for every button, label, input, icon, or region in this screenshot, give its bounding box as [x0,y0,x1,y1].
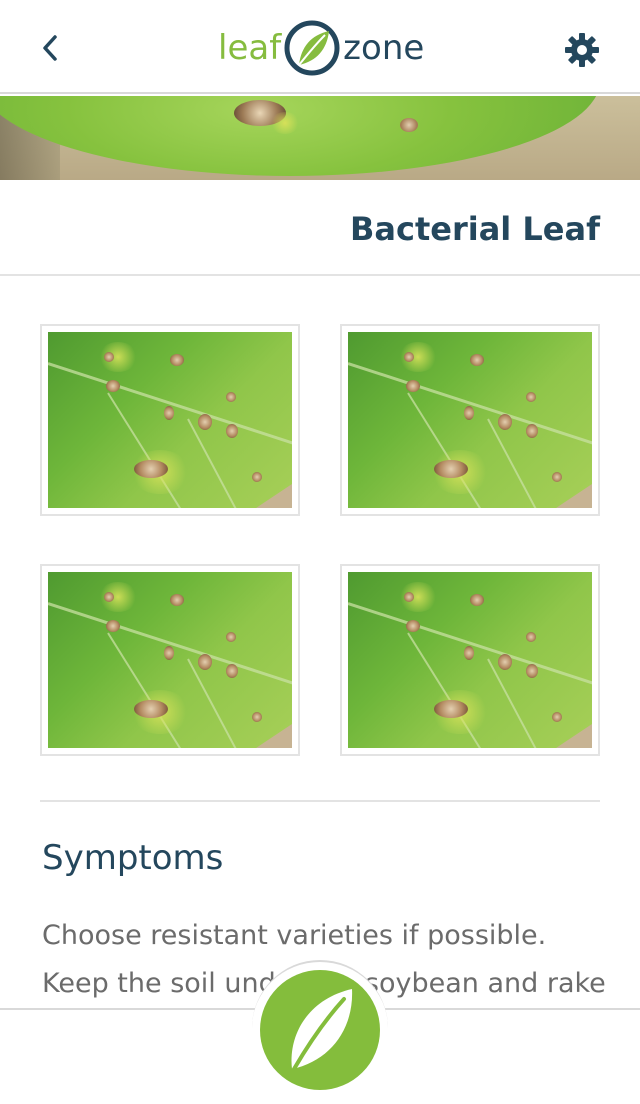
leaf-photo [348,332,592,508]
gallery-image-2[interactable] [340,324,600,516]
back-button[interactable] [30,28,70,68]
leaf-fab-button[interactable] [260,970,380,1090]
logo-zone-text: zone [343,28,425,68]
logo-leaf-text: leaf [218,28,282,68]
settings-button[interactable] [560,28,604,72]
app-logo: leaf zone [218,18,428,78]
hero-banner-image [0,96,640,180]
section-heading: Symptoms [42,838,224,878]
title-bar: Bacterial Leaf [0,180,640,276]
chevron-left-icon [43,35,57,61]
gallery-image-4[interactable] [340,564,600,756]
leaf-photo [48,332,292,508]
section-divider [40,800,600,802]
gallery-image-3[interactable] [40,564,300,756]
leaf-photo [348,572,592,748]
logo-leaf-icon [284,20,340,76]
leaf-icon [291,989,353,1071]
leaf-photo [48,572,292,748]
app-header: leaf zone [0,0,640,94]
gallery-image-1[interactable] [40,324,300,516]
page-title: Bacterial Leaf [349,210,600,248]
gear-icon [565,33,599,67]
